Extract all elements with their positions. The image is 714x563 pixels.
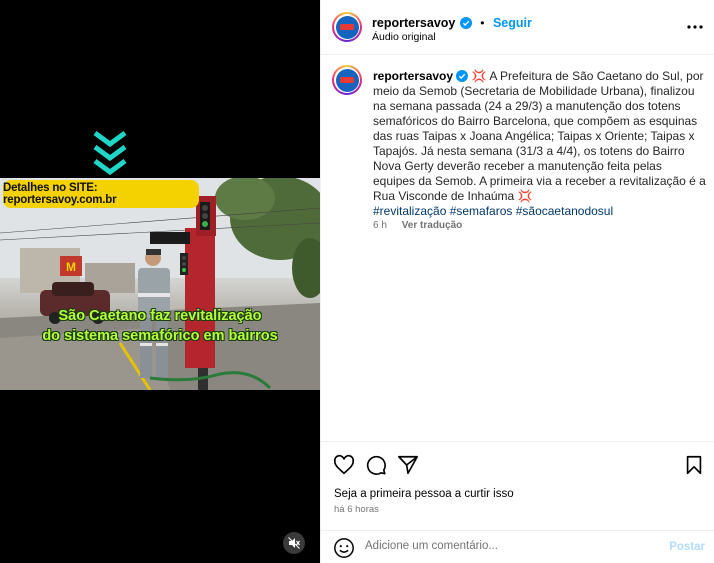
- site-banner: Detalhes no SITE: reportersavoy.com.br: [3, 180, 199, 208]
- actions-section: Seja a primeira pessoa a curtir isso há …: [321, 441, 714, 563]
- share-icon[interactable]: [397, 454, 419, 476]
- header-username[interactable]: reportersavoy: [372, 16, 455, 30]
- post-media[interactable]: M Detalhes no SITE: reportersavoy.com.br…: [0, 0, 320, 563]
- post-panel: reportersavoy • Seguir Áudio original re…: [320, 0, 714, 563]
- audio-label[interactable]: Áudio original: [372, 31, 436, 43]
- headline-line-1: São Caetano faz revitalização: [58, 308, 262, 324]
- speaker-muted-icon: [288, 537, 300, 549]
- avatar[interactable]: [332, 12, 362, 42]
- bookmark-icon[interactable]: [683, 454, 705, 476]
- separator-dot: •: [480, 16, 485, 30]
- likes-text[interactable]: Seja a primeira pessoa a curtir isso: [334, 488, 514, 500]
- caption-meta: 6 h Ver tradução: [373, 220, 462, 231]
- verified-badge-icon: [459, 17, 472, 29]
- more-options-icon[interactable]: [685, 17, 705, 37]
- caption-time[interactable]: 6 h: [373, 220, 387, 231]
- post-time-ago[interactable]: há 6 horas: [334, 504, 379, 515]
- instagram-post: M Detalhes no SITE: reportersavoy.com.br…: [0, 0, 714, 563]
- post-comment-button[interactable]: Postar: [669, 541, 705, 553]
- caption-username[interactable]: reportersavoy: [373, 69, 453, 83]
- street-photo: M: [0, 178, 320, 390]
- comment-icon[interactable]: [365, 454, 387, 476]
- chevron-down-icon: [93, 130, 127, 176]
- hashtags[interactable]: #revitalização #semafaros #sãocaetanodos…: [373, 204, 707, 219]
- headline-line-2: do sistema semafórico em bairros: [42, 328, 278, 344]
- emoji-icon[interactable]: [333, 537, 355, 559]
- post-caption: reportersavoy 💢 A Prefeitura de São Caet…: [373, 69, 707, 219]
- comment-bar: Postar: [321, 530, 714, 563]
- caption-text: 💢 A Prefeitura de São Caetano do Sul, po…: [373, 69, 706, 203]
- comment-input[interactable]: [365, 540, 635, 552]
- svg-text:M: M: [66, 260, 76, 274]
- mute-button[interactable]: [283, 532, 305, 554]
- video-headline: São Caetano faz revitalização do sistema…: [0, 306, 320, 346]
- caption-avatar[interactable]: [332, 65, 362, 95]
- banner-text: Detalhes no SITE: reportersavoy.com.br: [3, 182, 117, 206]
- translate-link[interactable]: Ver tradução: [402, 220, 463, 231]
- heart-icon[interactable]: [333, 454, 355, 476]
- post-header: reportersavoy • Seguir Áudio original: [321, 0, 714, 55]
- verified-badge-icon: [456, 70, 469, 82]
- follow-button[interactable]: Seguir: [493, 16, 532, 30]
